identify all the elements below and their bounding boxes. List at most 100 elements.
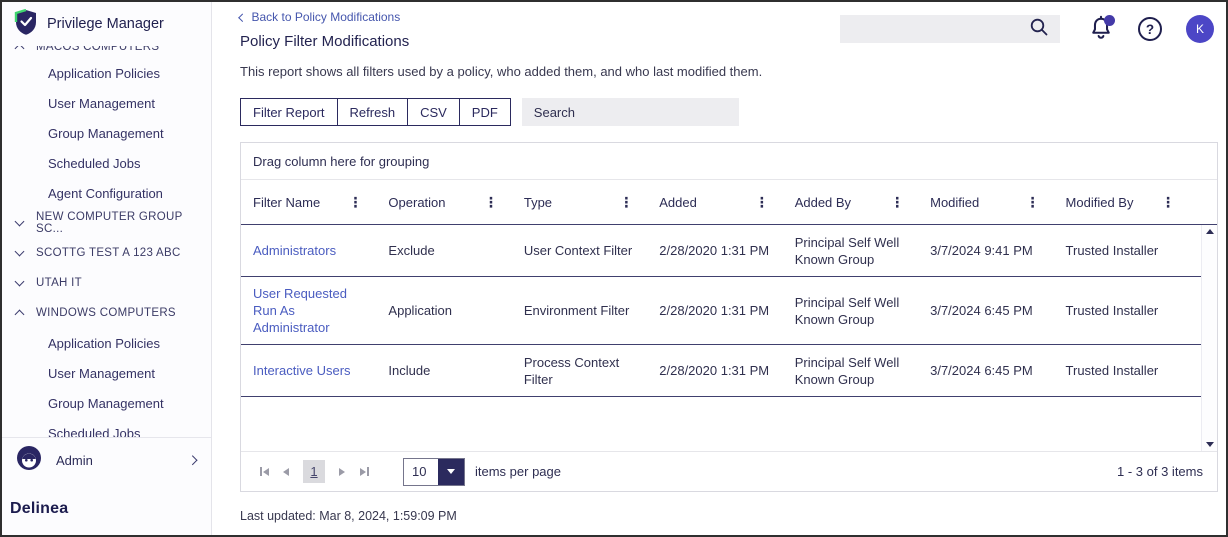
table-row[interactable]: Interactive Users Include Process Contex… xyxy=(241,345,1217,397)
sidebar-item-label: Application Policies xyxy=(48,65,161,81)
page-size-value: 10 xyxy=(412,464,427,479)
added-by-cell: Principal Self Well Known Group xyxy=(794,294,900,327)
sidebar-group-utah-it[interactable]: UTAH IT xyxy=(2,268,211,298)
added-cell: 2/28/2020 1:31 PM xyxy=(659,303,770,318)
sidebar-item-group-management-2[interactable]: Group Management xyxy=(2,388,211,418)
pdf-export-button[interactable]: PDF xyxy=(458,98,511,126)
sidebar: Privilege Manager MACOS COMPUTERS Applic… xyxy=(2,2,212,535)
sidebar-group-label: NEW COMPUTER GROUP SC... xyxy=(36,211,183,235)
column-header-type[interactable]: Type ⋮ xyxy=(524,195,659,210)
type-cell: Process Context Filter xyxy=(523,354,620,387)
app-header: Privilege Manager xyxy=(2,2,211,46)
avatar[interactable]: K xyxy=(1186,15,1214,43)
sidebar-item-agent-configuration[interactable]: Agent Configuration xyxy=(2,178,211,208)
sidebar-item-label: Scheduled Jobs xyxy=(48,425,141,438)
sidebar-item-label: Group Management xyxy=(48,125,164,141)
modified-cell: 3/7/2024 9:41 PM xyxy=(930,243,1033,258)
sidebar-item-application-policies-2[interactable]: Application Policies xyxy=(2,328,211,358)
modified-by-cell: Trusted Installer xyxy=(1065,243,1159,258)
brand-logo: Delinea xyxy=(2,483,211,535)
column-label: Added xyxy=(659,194,697,210)
search-icon[interactable] xyxy=(1028,16,1050,43)
sidebar-group-macos-computers[interactable]: MACOS COMPUTERS xyxy=(2,46,211,58)
scroll-up-icon[interactable] xyxy=(1205,229,1214,234)
sidebar-item-scheduled-jobs-2[interactable]: Scheduled Jobs xyxy=(2,418,211,438)
admin-label: Admin xyxy=(56,453,93,468)
modified-cell: 3/7/2024 6:45 PM xyxy=(930,363,1033,378)
table-search-input[interactable] xyxy=(521,98,739,126)
global-search[interactable] xyxy=(840,15,1060,43)
back-link[interactable]: Back to Policy Modifications xyxy=(238,10,401,24)
column-header-modified[interactable]: Modified ⋮ xyxy=(930,195,1065,210)
operation-cell: Include xyxy=(388,363,431,378)
sidebar-group-scottg-test[interactable]: SCOTTG TEST A 123 ABC xyxy=(2,238,211,268)
column-menu-icon[interactable]: ⋮ xyxy=(348,195,362,209)
filter-name-link[interactable]: Administrators xyxy=(253,234,388,267)
grouping-dropzone[interactable]: Drag column here for grouping xyxy=(241,143,1217,180)
column-header-filter-name[interactable]: Filter Name ⋮ xyxy=(253,195,388,210)
added-by-cell: Principal Self Well Known Group xyxy=(794,354,900,387)
notifications-button[interactable] xyxy=(1088,15,1115,43)
column-label: Operation xyxy=(388,194,446,210)
sidebar-group-windows-computers[interactable]: WINDOWS COMPUTERS xyxy=(2,298,211,328)
column-label: Type xyxy=(523,194,553,210)
sidebar-admin[interactable]: Admin xyxy=(2,437,211,483)
topbar-actions: ? K xyxy=(840,15,1214,43)
column-label: Added By xyxy=(794,194,852,210)
page-description: This report shows all filters used by a … xyxy=(240,64,763,79)
column-label: Modified By xyxy=(1065,194,1134,210)
dropdown-arrow-icon xyxy=(447,469,455,474)
first-page-button[interactable] xyxy=(253,462,275,482)
column-header-operation[interactable]: Operation ⋮ xyxy=(388,195,523,210)
page-number-button[interactable]: 1 xyxy=(303,460,325,483)
sidebar-item-scheduled-jobs[interactable]: Scheduled Jobs xyxy=(2,148,211,178)
sidebar-group-label: SCOTTG TEST A 123 ABC xyxy=(36,247,181,259)
page-title: Policy Filter Modifications xyxy=(240,33,410,50)
last-page-button[interactable] xyxy=(353,462,375,482)
chevron-down-icon xyxy=(14,216,25,227)
main-content: Back to Policy Modifications Policy Filt… xyxy=(213,2,1226,535)
column-menu-icon[interactable]: ⋮ xyxy=(890,195,904,209)
table-row[interactable]: User Requested Run As Administrator Appl… xyxy=(241,277,1217,345)
column-menu-icon[interactable]: ⋮ xyxy=(619,195,633,209)
help-button[interactable]: ? xyxy=(1138,17,1162,41)
sidebar-item-user-management-2[interactable]: User Management xyxy=(2,358,211,388)
sidebar-item-group-management[interactable]: Group Management xyxy=(2,118,211,148)
admin-avatar-icon xyxy=(16,445,42,476)
table-header-row: Filter Name ⋮ Operation ⋮ Type ⋮ Added ⋮… xyxy=(241,180,1217,225)
sidebar-group-new-computer-group[interactable]: NEW COMPUTER GROUP SC... xyxy=(2,208,211,238)
modified-by-cell: Trusted Installer xyxy=(1065,363,1159,378)
table-scrollbar[interactable] xyxy=(1201,225,1217,451)
previous-page-button[interactable] xyxy=(275,462,297,482)
sidebar-item-label: Application Policies xyxy=(48,335,161,351)
column-menu-icon[interactable]: ⋮ xyxy=(1026,195,1040,209)
added-by-cell: Principal Self Well Known Group xyxy=(794,234,900,267)
column-menu-icon[interactable]: ⋮ xyxy=(755,195,769,209)
chevron-up-icon xyxy=(14,309,25,320)
next-page-button[interactable] xyxy=(331,462,353,482)
type-cell: User Context Filter xyxy=(523,243,633,258)
column-header-modified-by[interactable]: Modified By ⋮ xyxy=(1066,195,1201,210)
sidebar-item-user-management[interactable]: User Management xyxy=(2,88,211,118)
column-header-added[interactable]: Added ⋮ xyxy=(659,195,794,210)
table-row[interactable]: Administrators Exclude User Context Filt… xyxy=(241,225,1217,277)
refresh-button[interactable]: Refresh xyxy=(336,98,409,126)
page-size-select[interactable]: 10 xyxy=(403,457,465,486)
global-search-input[interactable] xyxy=(850,21,1028,37)
last-updated: Last updated: Mar 8, 2024, 1:59:09 PM xyxy=(240,509,457,523)
modified-cell: 3/7/2024 6:45 PM xyxy=(930,303,1033,318)
filter-report-button[interactable]: Filter Report xyxy=(240,98,338,126)
csv-export-button[interactable]: CSV xyxy=(407,98,460,126)
filter-name-link[interactable]: Interactive Users xyxy=(253,354,388,387)
back-link-label: Back to Policy Modifications xyxy=(251,10,401,24)
column-header-added-by[interactable]: Added By ⋮ xyxy=(795,195,930,210)
filter-name-link[interactable]: User Requested Run As Administrator xyxy=(253,277,388,344)
report-table-panel: Drag column here for grouping Filter Nam… xyxy=(240,142,1218,492)
page-size-dropdown-button[interactable] xyxy=(438,458,464,485)
column-menu-icon[interactable]: ⋮ xyxy=(484,195,498,209)
scroll-down-icon[interactable] xyxy=(1205,442,1214,447)
operation-cell: Exclude xyxy=(388,243,435,258)
sidebar-item-application-policies[interactable]: Application Policies xyxy=(2,58,211,88)
column-menu-icon[interactable]: ⋮ xyxy=(1161,195,1175,209)
table-body: Administrators Exclude User Context Filt… xyxy=(241,225,1217,451)
